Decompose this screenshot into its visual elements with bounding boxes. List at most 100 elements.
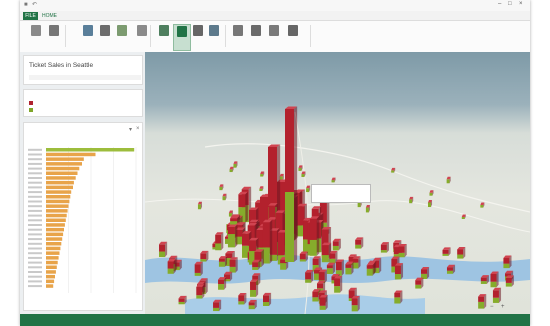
column-segment [173,258,176,274]
shapes-button[interactable] [285,24,301,49]
data-column [229,257,238,273]
column-segment [357,202,361,208]
chart-bar[interactable] [46,209,68,213]
data-column [334,275,343,293]
map-view[interactable]: − + [145,52,530,314]
chart-bar[interactable] [46,237,63,241]
chart-button[interactable] [230,24,246,49]
chart-bar[interactable] [46,190,72,194]
map-canvas[interactable] [145,52,530,314]
column-chart-button[interactable] [156,24,172,49]
undo-icon[interactable]: ↶ [32,2,37,9]
data-column [490,271,499,288]
tour-card[interactable]: Ticket Sales in Seattle [23,55,143,85]
legend-button[interactable] [206,24,222,49]
chart-bar[interactable] [46,195,71,199]
chart-bar[interactable] [46,242,62,246]
chart-bar[interactable] [46,246,61,251]
zoom-out-icon[interactable]: − [490,304,494,310]
column-segment [379,257,382,274]
maximize-icon[interactable]: □ [508,1,512,7]
chart-bar[interactable] [46,218,66,223]
filter-icon[interactable]: ▾ [129,126,132,133]
column-segment [366,265,373,269]
map-labels-button[interactable] [97,24,113,49]
chart-bar[interactable] [46,171,78,176]
chart-bar[interactable] [46,232,64,237]
column-segment [260,174,264,177]
legend-swatch [29,108,33,113]
chart-bar[interactable] [46,204,69,208]
data-column [326,262,335,274]
find-location-button[interactable] [134,24,150,49]
column-segment [319,305,326,310]
save-icon[interactable]: ■ [24,2,28,9]
chart-bar[interactable] [46,251,60,255]
column-segment [409,199,413,204]
column-segment [305,272,312,280]
tour-description-field[interactable] [29,75,141,80]
ribbon-separator [150,25,151,47]
column-segment [248,305,255,310]
chart-bar[interactable] [46,199,70,204]
chart-bar[interactable] [46,279,55,284]
time-line-button[interactable] [248,24,264,49]
flat-map-button[interactable] [114,24,130,49]
column-segment [159,251,166,258]
column-segment [238,301,245,305]
zoom-in-icon[interactable]: + [501,304,505,310]
chart-bar[interactable] [46,162,82,166]
chart-bar[interactable] [46,152,96,157]
chart-bar[interactable] [46,148,135,152]
minimize-icon[interactable]: – [498,1,501,7]
chart-bar[interactable] [46,185,73,190]
close-chart-icon[interactable]: × [136,126,140,132]
close-icon[interactable]: × [519,1,523,7]
column-segment [478,296,485,302]
data-column [398,243,407,258]
chart-bar[interactable] [46,265,57,270]
column-segment [197,204,201,210]
new-scene-icon [49,25,59,36]
play-tour-button[interactable] [28,24,44,49]
column-segment [215,243,222,251]
data-column [461,214,466,219]
column-segment [213,307,220,312]
column-segment [159,244,166,252]
chart-bar[interactable] [46,274,55,279]
data-column [298,165,303,171]
chart-bar[interactable] [46,256,59,260]
chart-bar[interactable] [46,260,58,265]
shapes-icon [288,25,298,36]
column-segment [498,287,502,303]
home-tab[interactable]: HOME [42,12,57,20]
text-box-button[interactable] [190,24,206,49]
chart-bar[interactable] [46,180,74,185]
layer-pane-button[interactable] [173,24,191,51]
column-segment [256,279,259,297]
column-segment [394,292,401,298]
chart-bar[interactable] [46,157,84,161]
date-time-button[interactable] [266,24,282,49]
file-tab[interactable]: FILE [23,12,38,20]
chart-bar[interactable] [46,176,76,180]
data-column [505,275,514,287]
chart-bar[interactable] [46,227,64,232]
column-segment [229,169,233,173]
column-segment [194,264,201,273]
data-column [380,242,389,253]
column-segment [319,297,326,306]
column-segment [242,233,250,246]
flat-map-icon [117,25,127,36]
new-scene-button[interactable] [46,24,62,49]
theme-button[interactable] [80,24,96,49]
data-column [478,294,487,309]
column-segment [505,277,512,283]
chart-bar[interactable] [46,166,80,171]
column-segment [178,298,185,302]
chart-bar[interactable] [46,213,67,218]
chart-bar[interactable] [46,284,54,288]
chart-bar[interactable] [46,223,65,227]
chart-bar[interactable] [46,270,56,274]
legend-card [23,89,143,117]
